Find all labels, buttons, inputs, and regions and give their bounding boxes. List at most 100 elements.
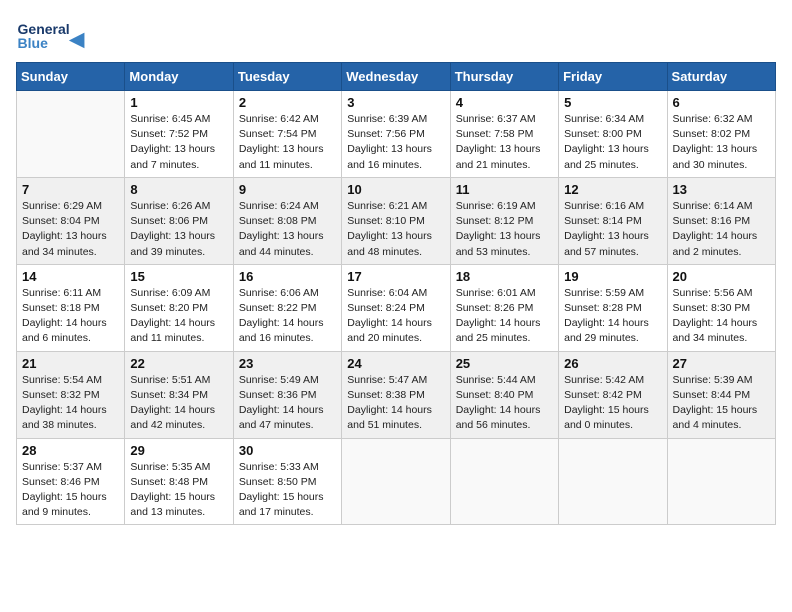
day-info: Sunrise: 6:01 AM Sunset: 8:26 PM Dayligh…	[456, 286, 553, 347]
day-info: Sunrise: 5:35 AM Sunset: 8:48 PM Dayligh…	[130, 460, 227, 521]
day-number: 4	[456, 95, 553, 110]
day-number: 23	[239, 356, 336, 371]
calendar-cell: 27 Sunrise: 5:39 AM Sunset: 8:44 PM Dayli…	[667, 351, 775, 438]
calendar-cell: 12 Sunrise: 6:16 AM Sunset: 8:14 PM Dayli…	[559, 177, 667, 264]
col-header-saturday: Saturday	[667, 63, 775, 91]
calendar-cell: 11Sunrise: 6:19 AM Sunset: 8:12 PM Dayli…	[450, 177, 558, 264]
calendar-cell: 9Sunrise: 6:24 AM Sunset: 8:08 PM Daylig…	[233, 177, 341, 264]
day-number: 29	[130, 443, 227, 458]
day-number: 5	[564, 95, 661, 110]
calendar-cell: 23 Sunrise: 5:49 AM Sunset: 8:36 PM Dayli…	[233, 351, 341, 438]
day-number: 24	[347, 356, 444, 371]
day-info: Sunrise: 6:32 AM Sunset: 8:02 PM Dayligh…	[673, 112, 770, 173]
calendar-cell: 14 Sunrise: 6:11 AM Sunset: 8:18 PM Dayli…	[17, 264, 125, 351]
day-number: 2	[239, 95, 336, 110]
day-number: 30	[239, 443, 336, 458]
col-header-friday: Friday	[559, 63, 667, 91]
day-info: Sunrise: 6:24 AM Sunset: 8:08 PM Dayligh…	[239, 199, 336, 260]
calendar-header-row: SundayMondayTuesdayWednesdayThursdayFrid…	[17, 63, 776, 91]
day-number: 1	[130, 95, 227, 110]
calendar-cell: 24 Sunrise: 5:47 AM Sunset: 8:38 PM Dayli…	[342, 351, 450, 438]
day-number: 25	[456, 356, 553, 371]
calendar-cell	[17, 91, 125, 178]
day-number: 26	[564, 356, 661, 371]
calendar-week-row: 1 Sunrise: 6:45 AM Sunset: 7:52 PM Daylig…	[17, 91, 776, 178]
day-info: Sunrise: 5:47 AM Sunset: 8:38 PM Dayligh…	[347, 373, 444, 434]
calendar-cell: 29 Sunrise: 5:35 AM Sunset: 8:48 PM Dayli…	[125, 438, 233, 525]
calendar-cell: 2 Sunrise: 6:42 AM Sunset: 7:54 PM Daylig…	[233, 91, 341, 178]
calendar-cell	[450, 438, 558, 525]
calendar-cell: 3 Sunrise: 6:39 AM Sunset: 7:56 PM Daylig…	[342, 91, 450, 178]
calendar-week-row: 28Sunrise: 5:37 AM Sunset: 8:46 PM Dayli…	[17, 438, 776, 525]
calendar-cell: 13Sunrise: 6:14 AM Sunset: 8:16 PM Dayli…	[667, 177, 775, 264]
day-info: Sunrise: 5:37 AM Sunset: 8:46 PM Dayligh…	[22, 460, 119, 521]
day-number: 27	[673, 356, 770, 371]
day-info: Sunrise: 6:42 AM Sunset: 7:54 PM Dayligh…	[239, 112, 336, 173]
col-header-thursday: Thursday	[450, 63, 558, 91]
calendar-cell: 30 Sunrise: 5:33 AM Sunset: 8:50 PM Dayli…	[233, 438, 341, 525]
day-info: Sunrise: 6:21 AM Sunset: 8:10 PM Dayligh…	[347, 199, 444, 260]
calendar-cell: 17Sunrise: 6:04 AM Sunset: 8:24 PM Dayli…	[342, 264, 450, 351]
day-number: 22	[130, 356, 227, 371]
page-header: General Blue	[16, 16, 776, 54]
calendar-week-row: 14 Sunrise: 6:11 AM Sunset: 8:18 PM Dayli…	[17, 264, 776, 351]
day-info: Sunrise: 6:14 AM Sunset: 8:16 PM Dayligh…	[673, 199, 770, 260]
col-header-tuesday: Tuesday	[233, 63, 341, 91]
day-info: Sunrise: 5:33 AM Sunset: 8:50 PM Dayligh…	[239, 460, 336, 521]
calendar-cell: 18 Sunrise: 6:01 AM Sunset: 8:26 PM Dayli…	[450, 264, 558, 351]
calendar-cell	[342, 438, 450, 525]
day-number: 7	[22, 182, 119, 197]
day-number: 19	[564, 269, 661, 284]
calendar-cell: 19 Sunrise: 5:59 AM Sunset: 8:28 PM Dayli…	[559, 264, 667, 351]
day-number: 18	[456, 269, 553, 284]
day-info: Sunrise: 5:54 AM Sunset: 8:32 PM Dayligh…	[22, 373, 119, 434]
calendar-cell: 26 Sunrise: 5:42 AM Sunset: 8:42 PM Dayli…	[559, 351, 667, 438]
day-number: 21	[22, 356, 119, 371]
day-info: Sunrise: 5:49 AM Sunset: 8:36 PM Dayligh…	[239, 373, 336, 434]
calendar-cell: 16 Sunrise: 6:06 AM Sunset: 8:22 PM Dayli…	[233, 264, 341, 351]
day-info: Sunrise: 6:16 AM Sunset: 8:14 PM Dayligh…	[564, 199, 661, 260]
calendar-cell: 7 Sunrise: 6:29 AM Sunset: 8:04 PM Daylig…	[17, 177, 125, 264]
day-info: Sunrise: 5:51 AM Sunset: 8:34 PM Dayligh…	[130, 373, 227, 434]
day-number: 17	[347, 269, 444, 284]
day-info: Sunrise: 6:39 AM Sunset: 7:56 PM Dayligh…	[347, 112, 444, 173]
day-info: Sunrise: 6:09 AM Sunset: 8:20 PM Dayligh…	[130, 286, 227, 347]
day-number: 10	[347, 182, 444, 197]
calendar-week-row: 21 Sunrise: 5:54 AM Sunset: 8:32 PM Dayli…	[17, 351, 776, 438]
day-info: Sunrise: 6:11 AM Sunset: 8:18 PM Dayligh…	[22, 286, 119, 347]
day-info: Sunrise: 6:26 AM Sunset: 8:06 PM Dayligh…	[130, 199, 227, 260]
day-number: 6	[673, 95, 770, 110]
col-header-wednesday: Wednesday	[342, 63, 450, 91]
calendar-cell: 20Sunrise: 5:56 AM Sunset: 8:30 PM Dayli…	[667, 264, 775, 351]
calendar-cell	[667, 438, 775, 525]
day-info: Sunrise: 5:42 AM Sunset: 8:42 PM Dayligh…	[564, 373, 661, 434]
day-number: 20	[673, 269, 770, 284]
calendar-week-row: 7 Sunrise: 6:29 AM Sunset: 8:04 PM Daylig…	[17, 177, 776, 264]
col-header-monday: Monday	[125, 63, 233, 91]
day-number: 15	[130, 269, 227, 284]
svg-text:Blue: Blue	[18, 35, 49, 51]
day-info: Sunrise: 5:59 AM Sunset: 8:28 PM Dayligh…	[564, 286, 661, 347]
calendar-cell: 25 Sunrise: 5:44 AM Sunset: 8:40 PM Dayli…	[450, 351, 558, 438]
day-number: 8	[130, 182, 227, 197]
day-info: Sunrise: 5:44 AM Sunset: 8:40 PM Dayligh…	[456, 373, 553, 434]
day-number: 3	[347, 95, 444, 110]
day-info: Sunrise: 6:06 AM Sunset: 8:22 PM Dayligh…	[239, 286, 336, 347]
day-info: Sunrise: 6:45 AM Sunset: 7:52 PM Dayligh…	[130, 112, 227, 173]
day-info: Sunrise: 5:39 AM Sunset: 8:44 PM Dayligh…	[673, 373, 770, 434]
day-info: Sunrise: 6:34 AM Sunset: 8:00 PM Dayligh…	[564, 112, 661, 173]
day-info: Sunrise: 6:29 AM Sunset: 8:04 PM Dayligh…	[22, 199, 119, 260]
calendar-cell: 21 Sunrise: 5:54 AM Sunset: 8:32 PM Dayli…	[17, 351, 125, 438]
calendar-cell: 28Sunrise: 5:37 AM Sunset: 8:46 PM Dayli…	[17, 438, 125, 525]
calendar-cell: 22 Sunrise: 5:51 AM Sunset: 8:34 PM Dayli…	[125, 351, 233, 438]
day-info: Sunrise: 6:37 AM Sunset: 7:58 PM Dayligh…	[456, 112, 553, 173]
calendar-cell: 15 Sunrise: 6:09 AM Sunset: 8:20 PM Dayli…	[125, 264, 233, 351]
calendar-cell	[559, 438, 667, 525]
day-number: 14	[22, 269, 119, 284]
day-number: 12	[564, 182, 661, 197]
day-number: 11	[456, 182, 553, 197]
calendar-cell: 8 Sunrise: 6:26 AM Sunset: 8:06 PM Daylig…	[125, 177, 233, 264]
calendar-cell: 10 Sunrise: 6:21 AM Sunset: 8:10 PM Dayli…	[342, 177, 450, 264]
day-number: 16	[239, 269, 336, 284]
calendar-cell: 5 Sunrise: 6:34 AM Sunset: 8:00 PM Daylig…	[559, 91, 667, 178]
